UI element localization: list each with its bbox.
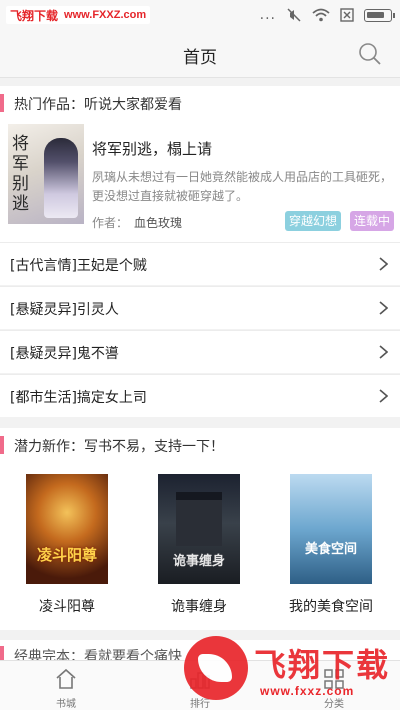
book-cover-text: 凌斗阳尊 xyxy=(36,546,97,564)
featured-description: 夙璃从未想过有一日她竟然能被成人用品店的工具砸死，更没想过直接就被砸穿越了。 xyxy=(92,170,393,203)
watermark-mark xyxy=(184,636,248,700)
section-hot-title: 热门作品：听说大家都爱看 xyxy=(14,97,182,113)
tab-label: 书城 xyxy=(56,699,76,710)
mute-icon xyxy=(287,8,301,22)
page-title: 首页 xyxy=(183,48,217,68)
list-item-label: [都市生活]搞定女上司 xyxy=(10,390,147,406)
featured-cover[interactable]: 将军别逃 xyxy=(8,124,84,224)
status-tag: 连载中 xyxy=(350,211,395,231)
list-item-label: [悬疑灵异]引灵人 xyxy=(10,302,119,318)
genre-tag: 穿越幻想 xyxy=(285,211,342,231)
section-new-header: 潜力新作：写书不易，支持一下！ xyxy=(0,428,400,462)
list-item-label: [古代言情]王妃是个贼 xyxy=(10,258,147,274)
battery-icon xyxy=(364,8,395,22)
search-icon[interactable] xyxy=(358,42,382,66)
book-cover[interactable]: 美食空间 xyxy=(290,474,372,584)
book-title[interactable]: 我的美食空间 xyxy=(276,596,386,616)
book-title[interactable]: 诡事缠身 xyxy=(144,596,254,616)
tab-bookstore[interactable]: 书城 xyxy=(16,661,116,710)
book-title[interactable]: 凌斗阳尊 xyxy=(12,596,122,616)
section-accent-bar xyxy=(0,646,4,660)
watermark-logo: 飞翔下载 www.fxxz.com xyxy=(184,630,394,708)
watermark-badge: 飞翔下载 www.FXXZ.com xyxy=(6,6,151,24)
more-dots: ... xyxy=(259,7,276,23)
sim-off-icon xyxy=(340,8,354,22)
chevron-right-icon xyxy=(379,345,388,359)
section-classic-title: 经典完本：看就要看个痛快 xyxy=(14,649,182,660)
list-item-label: [悬疑灵异]鬼不噵 xyxy=(10,346,119,362)
section-hot-header: 热门作品：听说大家都爱看 xyxy=(0,86,400,120)
book-card[interactable]: 美食空间 我的美食空间 xyxy=(289,474,374,616)
chevron-right-icon xyxy=(379,257,388,271)
cover-house xyxy=(176,492,222,546)
book-cover[interactable]: 诡事缠身 xyxy=(158,474,240,584)
chevron-right-icon xyxy=(379,389,388,403)
list-item[interactable]: [都市生活]搞定女上司 xyxy=(0,374,400,417)
watermark-text: 飞翔下载 xyxy=(254,646,391,684)
section-accent-bar xyxy=(0,436,4,454)
watermark-label: 飞翔下载 xyxy=(10,8,59,23)
book-cover-text: 诡事缠身 xyxy=(172,554,225,569)
app-header: 首页 xyxy=(0,30,400,78)
home-icon xyxy=(56,668,76,689)
author-name: 血色玫瑰 xyxy=(134,216,183,230)
book-card[interactable]: 诡事缠身 诡事缠身 xyxy=(158,474,242,616)
wifi-icon xyxy=(312,8,330,22)
featured-title[interactable]: 将军别逃，榻上请 xyxy=(92,138,212,159)
chevron-right-icon xyxy=(379,301,388,315)
watermark-url: www.FXXZ.com xyxy=(64,9,147,21)
watermark-site: www.fxxz.com xyxy=(260,684,355,698)
status-bar: 飞翔下载 www.FXXZ.com ... xyxy=(0,0,400,30)
author-label: 作者： xyxy=(92,216,129,230)
section-accent-bar xyxy=(0,94,4,112)
section-new-title: 潜力新作：写书不易，支持一下！ xyxy=(14,439,224,455)
book-cover[interactable]: 凌斗阳尊 xyxy=(26,474,108,584)
list-item[interactable]: [悬疑灵异]引灵人 xyxy=(0,286,400,329)
featured-cover-text: 将军别逃 xyxy=(12,134,29,214)
new-books-grid: 凌斗阳尊 凌斗阳尊 诡事缠身 诡事缠身 美食空间 我的美食空间 xyxy=(0,460,400,630)
list-item[interactable]: [古代言情]王妃是个贼 xyxy=(0,242,400,285)
status-icons: ... xyxy=(259,6,395,24)
book-card[interactable]: 凌斗阳尊 凌斗阳尊 xyxy=(26,474,110,616)
cover-figure xyxy=(44,138,78,218)
list-item[interactable]: [悬疑灵异]鬼不噵 xyxy=(0,330,400,373)
featured-book[interactable]: 将军别逃 将军别逃，榻上请 夙璃从未想过有一日她竟然能被成人用品店的工具砸死，更… xyxy=(0,118,400,242)
book-cover-text: 美食空间 xyxy=(304,542,357,557)
